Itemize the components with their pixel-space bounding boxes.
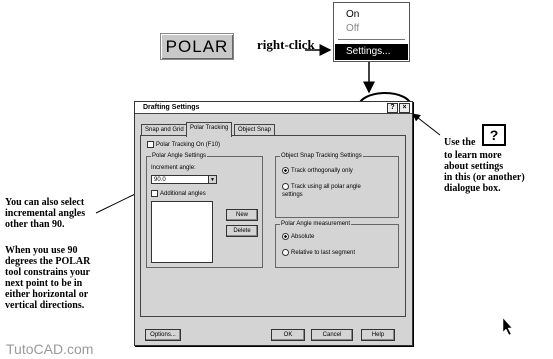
dialog-title: Drafting Settings	[143, 104, 200, 111]
arrow-to-help	[412, 113, 441, 136]
additional-angles-list[interactable]	[151, 201, 213, 263]
increment-angle-label: Increment angle:	[151, 165, 196, 171]
chevron-down-icon: ▼	[208, 176, 216, 183]
polar-tracking-on-checkbox[interactable]: Polar Tracking On (F10)	[147, 141, 220, 149]
polar-tracking-on-label: Polar Tracking On (F10)	[156, 142, 221, 149]
radio-icon	[282, 183, 289, 190]
menu-item-settings[interactable]: Settings...	[335, 44, 408, 60]
track-all-polar-radio[interactable]: Track using all polar angle settings	[282, 183, 377, 199]
new-button[interactable]: New	[226, 209, 258, 221]
note-line: next point to be in	[5, 278, 83, 289]
checkbox-icon	[147, 141, 154, 148]
context-menu: On Off Settings...	[333, 2, 410, 62]
note-line: degrees the POLAR	[5, 256, 91, 267]
note-polar-constraint: When you use 90 degrees the POLAR tool c…	[5, 245, 90, 311]
object-snap-tracking-group: Object Snap Tracking Settings Track orth…	[275, 152, 399, 218]
note-line: other than 90.	[5, 219, 65, 230]
note-line: vertical directions.	[5, 300, 85, 311]
cancel-button[interactable]: Cancel	[311, 329, 353, 341]
note-incremental-angles: You can also select incremental angles o…	[5, 197, 85, 230]
note-line: either horizontal or	[5, 289, 89, 300]
tab-polar-tracking[interactable]: Polar Tracking	[186, 122, 233, 137]
delete-button[interactable]: Delete	[226, 225, 258, 237]
watermark: TutoCAD.com	[6, 341, 94, 357]
note-line: to learn more	[444, 150, 502, 161]
help-dialog-button[interactable]: Help	[361, 329, 395, 341]
radio-icon	[282, 249, 289, 256]
increment-angle-select[interactable]: 90.0 ▼	[151, 175, 217, 184]
radio-selected-icon	[282, 167, 289, 174]
polar-angle-measurement-group: Polar Angle measurement Absolute Relativ…	[275, 220, 399, 268]
note-line: about settings	[444, 161, 504, 172]
mouse-pointer-icon	[502, 317, 513, 336]
polar-angle-settings-group: Polar Angle Settings Increment angle: 90…	[146, 152, 263, 268]
note-learn-more: to learn more about settings in this (or…	[444, 150, 525, 194]
menu-separator	[338, 39, 405, 40]
help-question-icon: ?	[482, 124, 506, 146]
dialog-titlebar: Drafting Settings ? ×	[135, 102, 412, 114]
track-all-polar-label: Track using all polar angle settings	[282, 184, 361, 199]
polar-tracking-panel: Polar Tracking On (F10) Polar Angle Sett…	[140, 135, 406, 317]
polar-angle-measurement-title: Polar Angle measurement	[280, 220, 352, 228]
close-button[interactable]: ×	[399, 103, 410, 113]
checkbox-icon	[151, 190, 158, 197]
additional-angles-checkbox[interactable]: Additional angles	[151, 190, 206, 198]
absolute-label: Absolute	[291, 234, 315, 241]
absolute-radio[interactable]: Absolute	[282, 233, 314, 241]
note-line: dialogue box.	[444, 183, 501, 194]
radio-selected-icon	[282, 233, 289, 240]
options-button[interactable]: Options...	[145, 329, 181, 341]
increment-angle-value: 90.0	[154, 177, 166, 183]
track-orthogonally-radio[interactable]: Track orthogonally only	[282, 167, 353, 175]
polar-angle-settings-title: Polar Angle Settings	[151, 152, 208, 160]
object-snap-tracking-title: Object Snap Tracking Settings	[280, 152, 363, 160]
note-use-the: Use the	[444, 137, 476, 148]
help-button[interactable]: ?	[387, 103, 398, 113]
note-line: incremental angles	[5, 208, 86, 219]
note-line: in this (or another)	[444, 172, 525, 183]
drafting-settings-dialog: Drafting Settings ? × Snap and Grid Pola…	[134, 101, 413, 346]
relative-label: Relative to last segment	[291, 250, 356, 257]
note-line: When you use 90	[5, 245, 78, 256]
menu-item-off[interactable]: Off	[346, 23, 359, 34]
ok-button[interactable]: OK	[271, 329, 305, 341]
note-line: You can also select	[5, 197, 85, 208]
relative-radio[interactable]: Relative to last segment	[282, 249, 355, 257]
track-orthogonally-label: Track orthogonally only	[291, 168, 353, 175]
menu-item-on[interactable]: On	[346, 9, 359, 20]
note-line: tool constrains your	[5, 267, 90, 278]
additional-angles-label: Additional angles	[160, 191, 206, 198]
